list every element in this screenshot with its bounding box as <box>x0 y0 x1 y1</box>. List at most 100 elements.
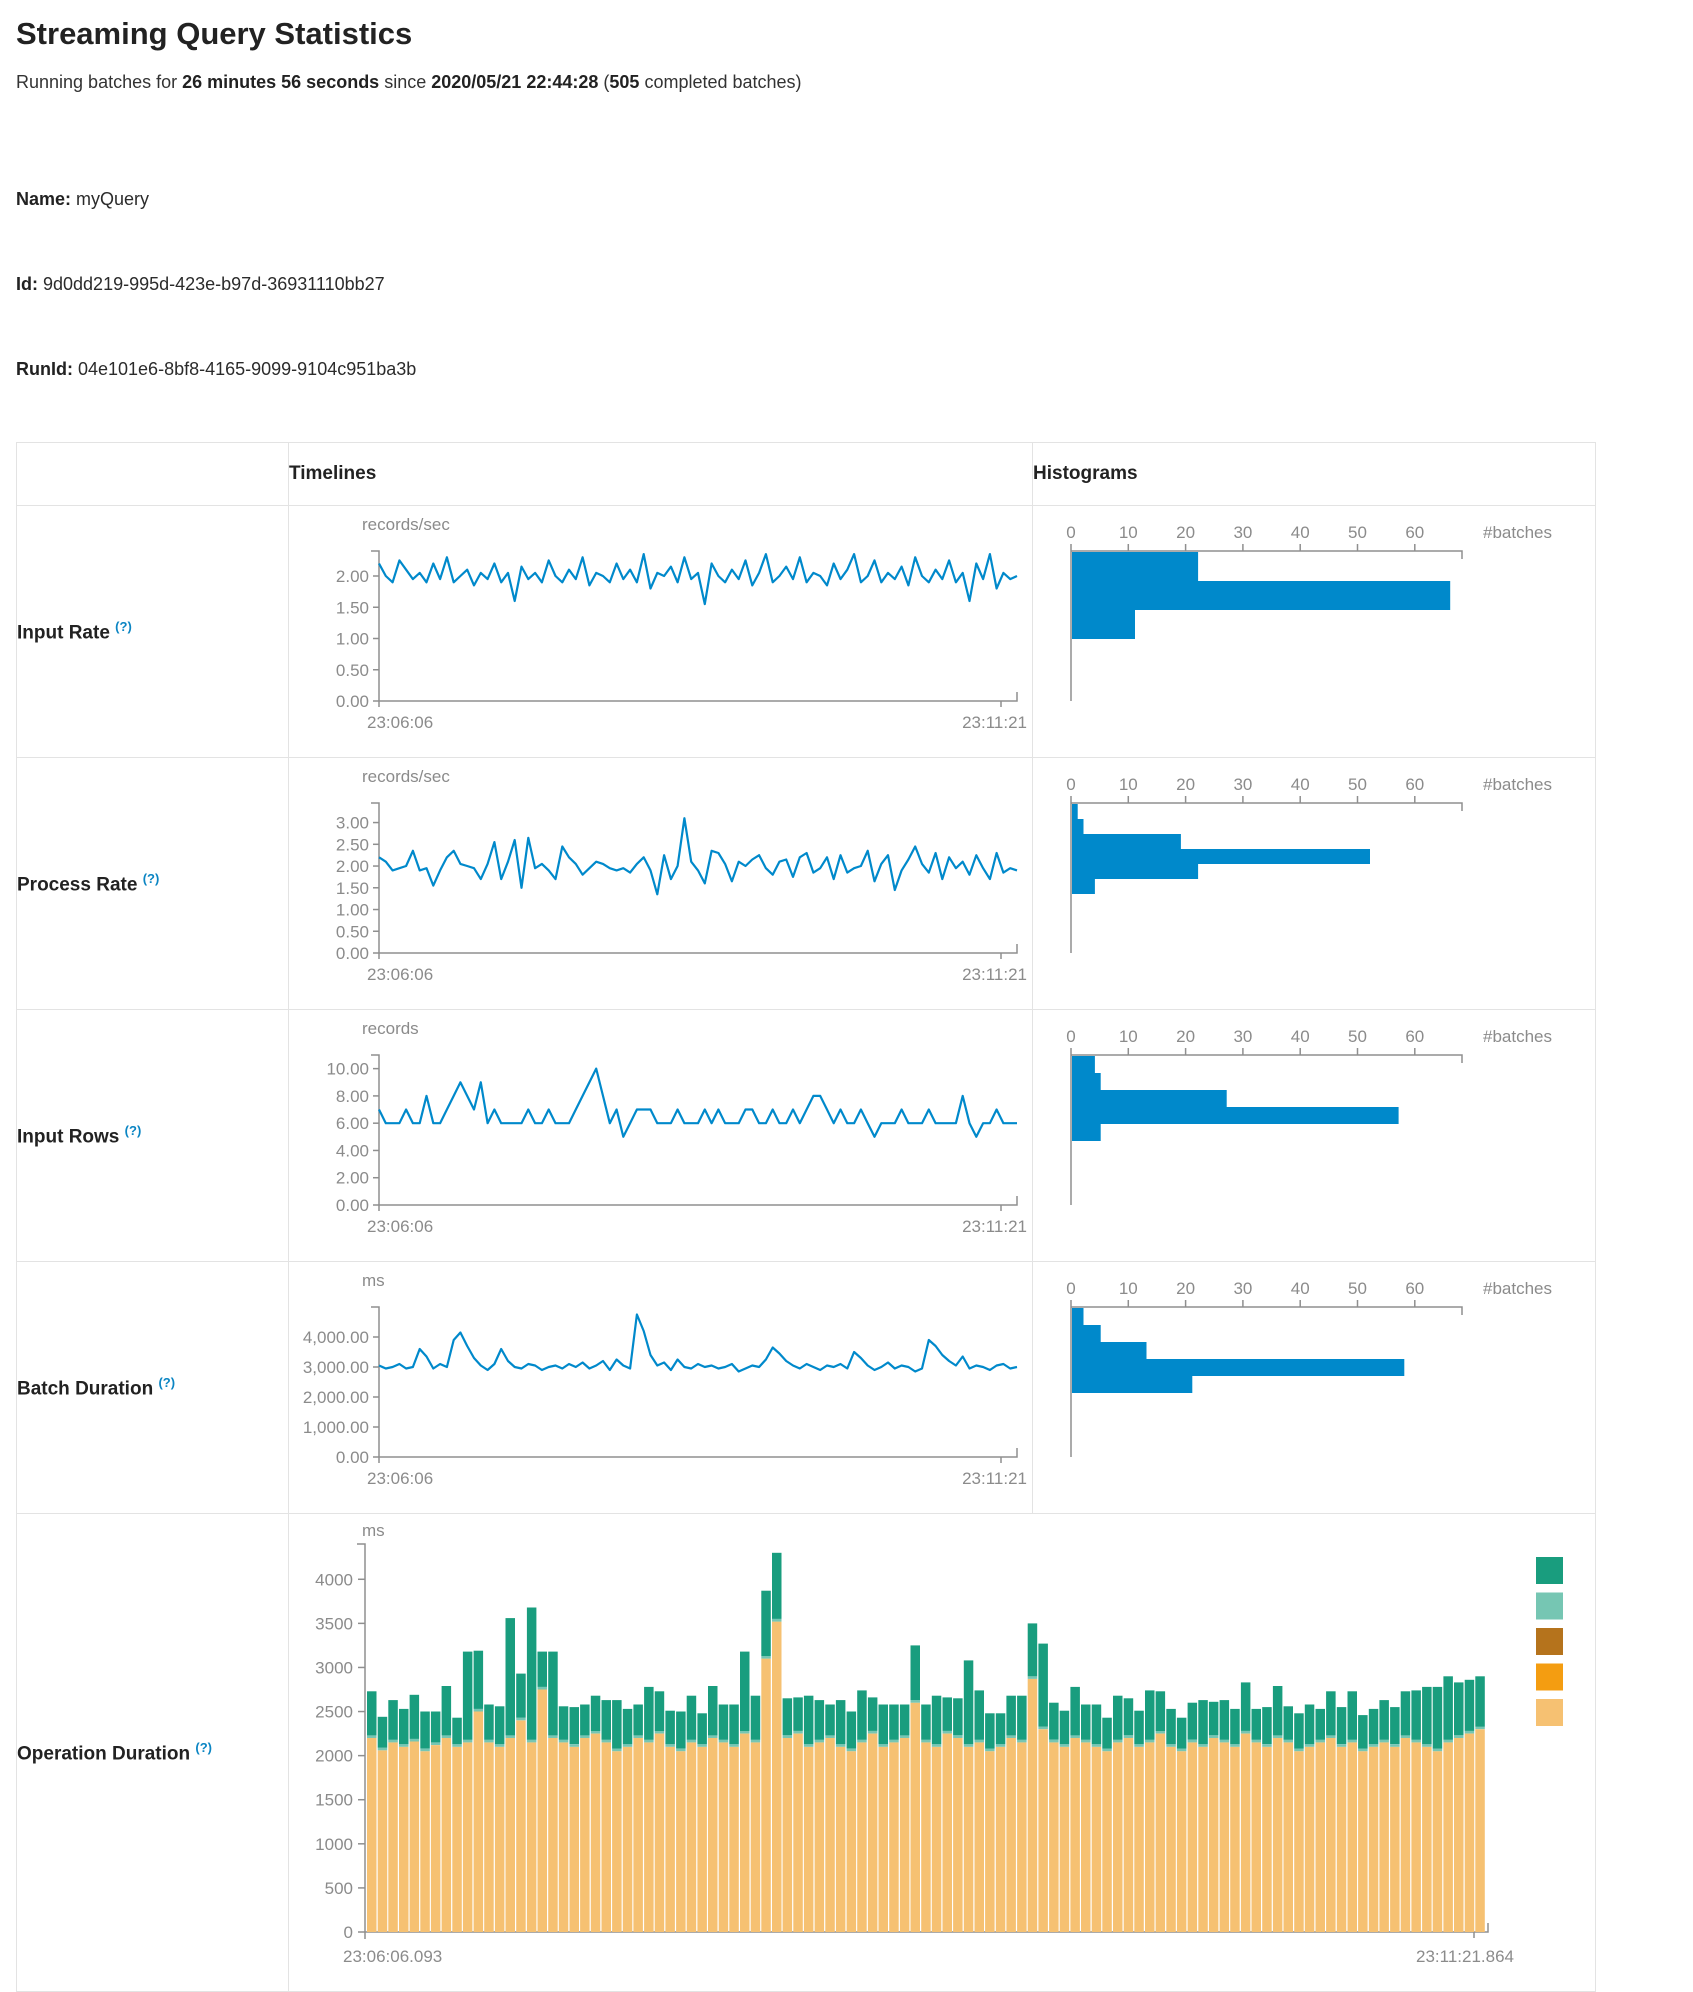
help-icon[interactable]: (?) <box>143 871 160 886</box>
svg-text:0.00: 0.00 <box>336 944 369 963</box>
svg-text:50: 50 <box>1348 1279 1367 1298</box>
operation-duration-chart: ms0500100015002000250030003500400023:06:… <box>289 1514 1596 1992</box>
input-rate-histogram: 0102030405060#batches <box>1033 506 1593 752</box>
table-row: Input Rate (?) records/sec0.000.501.001.… <box>17 506 1596 758</box>
x-end-label: 23:11:21 <box>962 713 1027 732</box>
svg-text:20: 20 <box>1176 1279 1195 1298</box>
svg-text:4,000.00: 4,000.00 <box>303 1328 369 1347</box>
input-rows-histogram-chart: 0102030405060#batches <box>1033 1010 1596 1262</box>
row-label-process-rate: Process Rate (?) <box>17 758 289 1010</box>
svg-text:20: 20 <box>1176 523 1195 542</box>
input-rate-timeline: records/sec0.000.501.001.502.0023:06:062… <box>289 506 1030 752</box>
help-icon[interactable]: (?) <box>195 1740 212 1755</box>
svg-text:10: 10 <box>1119 1027 1138 1046</box>
table-row: Process Rate (?) records/sec 0.00 0.50 1.00… <box>17 758 1596 1010</box>
svg-text:4.00: 4.00 <box>336 1141 369 1160</box>
x-start-label: 23:06:06 <box>367 1469 433 1488</box>
svg-text:40: 40 <box>1291 1279 1310 1298</box>
streaming-query-statistics-page: { "header": { "title": "Streaming Query … <box>0 16 1693 1992</box>
query-runid-line: RunId: 04e101e6-8bf8-4165-9099-9104c951b… <box>16 355 1693 383</box>
svg-text:0: 0 <box>1066 1027 1075 1046</box>
table-header-row: Timelines Histograms <box>17 443 1596 506</box>
svg-text:0.00: 0.00 <box>336 692 369 711</box>
x-start-label: 23:06:06 <box>367 713 433 732</box>
svg-text:60: 60 <box>1405 1279 1424 1298</box>
unit-label: records/sec <box>362 767 450 786</box>
svg-text:0: 0 <box>1066 1279 1075 1298</box>
x-start-label: 23:06:06 <box>367 1217 433 1236</box>
svg-text:50: 50 <box>1348 1027 1367 1046</box>
svg-text:30: 30 <box>1233 1279 1252 1298</box>
batches-axis-label: #batches <box>1483 1027 1552 1046</box>
unit-label: ms <box>362 1521 385 1540</box>
legend-swatch <box>1536 1628 1563 1655</box>
x-end-label: 23:11:21 <box>962 1217 1027 1236</box>
legend-swatch <box>1536 1557 1563 1584</box>
svg-text:3500: 3500 <box>315 1614 353 1633</box>
batches-axis-label: #batches <box>1483 1279 1552 1298</box>
svg-text:2,000.00: 2,000.00 <box>303 1388 369 1407</box>
svg-text:0.00: 0.00 <box>336 1448 369 1467</box>
svg-text:60: 60 <box>1405 523 1424 542</box>
svg-text:500: 500 <box>325 1879 353 1898</box>
operation-duration-chart: ms0500100015002000250030003500400023:06:… <box>289 1514 1594 1986</box>
svg-text:1500: 1500 <box>315 1791 353 1810</box>
batch-duration-timeline: ms0.001,000.002,000.003,000.004,000.0023… <box>289 1262 1030 1508</box>
svg-text:2000: 2000 <box>315 1747 353 1766</box>
svg-text:30: 30 <box>1233 1027 1252 1046</box>
process-rate-histogram-chart: 0102030405060#batches <box>1033 758 1596 1010</box>
svg-text:20: 20 <box>1176 1027 1195 1046</box>
svg-text:1.50: 1.50 <box>336 598 369 617</box>
svg-text:0.00: 0.00 <box>336 1196 369 1215</box>
empty-header-cell <box>17 443 289 506</box>
query-id-line: Id: 9d0dd219-995d-423e-b97d-36931110bb27 <box>16 270 1693 298</box>
start-datetime: 2020/05/21 22:44:28 <box>431 72 598 92</box>
x-start-label: 23:06:06.093 <box>343 1947 442 1966</box>
svg-text:50: 50 <box>1348 775 1367 794</box>
svg-text:0: 0 <box>1066 775 1075 794</box>
svg-text:20: 20 <box>1176 775 1195 794</box>
svg-text:10: 10 <box>1119 523 1138 542</box>
row-label-input-rate: Input Rate (?) <box>17 506 289 758</box>
svg-text:40: 40 <box>1291 523 1310 542</box>
svg-text:10: 10 <box>1119 1279 1138 1298</box>
svg-text:2.50: 2.50 <box>336 835 369 854</box>
timelines-header: Timelines <box>289 443 1033 506</box>
svg-text:10.00: 10.00 <box>326 1060 369 1079</box>
svg-text:1.50: 1.50 <box>336 879 369 898</box>
page-title: Streaming Query Statistics <box>16 16 1693 52</box>
process-rate-timeline: records/sec0.000.501.001.502.002.503.002… <box>289 758 1030 1004</box>
svg-text:60: 60 <box>1405 775 1424 794</box>
x-start-label: 23:06:06 <box>367 965 433 984</box>
svg-text:1,000.00: 1,000.00 <box>303 1418 369 1437</box>
row-label-input-rows: Input Rows (?) <box>17 1010 289 1262</box>
svg-text:4000: 4000 <box>315 1570 353 1589</box>
running-batches-summary: Running batches for 26 minutes 56 second… <box>16 72 1693 93</box>
table-row: Input Rows (?) records0.002.004.006.008.… <box>17 1010 1596 1262</box>
svg-text:3,000.00: 3,000.00 <box>303 1358 369 1377</box>
svg-text:0.50: 0.50 <box>336 661 369 680</box>
svg-text:0: 0 <box>344 1923 353 1942</box>
svg-text:50: 50 <box>1348 523 1367 542</box>
statistics-table: Timelines Histograms Input Rate (?) reco… <box>16 442 1596 1992</box>
legend-swatch <box>1536 1593 1563 1620</box>
help-icon[interactable]: (?) <box>125 1123 142 1138</box>
svg-text:10: 10 <box>1119 775 1138 794</box>
input-rows-histogram: 0102030405060#batches <box>1033 1010 1593 1256</box>
svg-text:0.50: 0.50 <box>336 922 369 941</box>
legend-swatch <box>1536 1664 1563 1691</box>
x-end-label: 23:11:21 <box>962 1469 1027 1488</box>
svg-text:2500: 2500 <box>315 1703 353 1722</box>
help-icon[interactable]: (?) <box>158 1375 175 1390</box>
batch-duration-histogram-chart: 0 10 20 30 40 50 60 #batches <box>1033 1262 1596 1514</box>
svg-text:1.00: 1.00 <box>336 901 369 920</box>
svg-text:2.00: 2.00 <box>336 857 369 876</box>
svg-text:8.00: 8.00 <box>336 1087 369 1106</box>
process-rate-timeline-chart: records/sec0.000.501.001.502.002.503.002… <box>289 758 1033 1010</box>
completed-batches-count: 505 <box>609 72 639 92</box>
help-icon[interactable]: (?) <box>115 619 132 634</box>
svg-text:2.00: 2.00 <box>336 1169 369 1188</box>
svg-text:6.00: 6.00 <box>336 1114 369 1133</box>
table-row: Operation Duration (?) ms050010001500200… <box>17 1514 1596 1992</box>
svg-text:30: 30 <box>1233 523 1252 542</box>
